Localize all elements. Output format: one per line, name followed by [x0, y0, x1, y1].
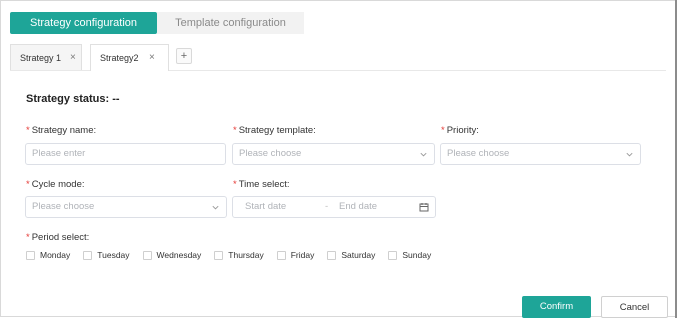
required-mark: * — [26, 179, 30, 190]
close-icon[interactable]: × — [70, 45, 76, 71]
strategy-tabbar: Strategy 1 × Strategy2 × + — [10, 44, 666, 71]
label-text: Cycle mode: — [31, 179, 85, 190]
chevron-down-icon — [420, 152, 427, 157]
label-text: Strategy name: — [31, 125, 97, 136]
checkbox[interactable] — [327, 250, 337, 260]
tab-label: Strategy 1 — [20, 53, 62, 63]
required-mark: * — [26, 125, 30, 136]
tab-strategy-2[interactable]: Strategy2 × — [90, 44, 169, 71]
period-select-label: * Period select: — [26, 232, 89, 243]
top-tabbar: Strategy configuration Template configur… — [10, 12, 304, 34]
checkbox-label: Thursday — [228, 250, 264, 260]
required-mark: * — [233, 179, 237, 190]
priority-select[interactable]: Please choose — [440, 143, 641, 165]
chevron-down-icon — [626, 152, 633, 157]
add-tab-button[interactable]: + — [176, 48, 192, 64]
chevron-down-icon — [212, 205, 219, 210]
select-placeholder: Please choose — [239, 148, 302, 159]
cancel-button[interactable]: Cancel — [601, 296, 668, 318]
label-text: Period select: — [31, 232, 90, 243]
required-mark: * — [26, 232, 30, 243]
strategy-name-label: * Strategy name: — [26, 125, 96, 136]
cycle-mode-label: * Cycle mode: — [26, 179, 85, 190]
checkbox-friday[interactable]: Friday — [276, 250, 315, 260]
label-text: Priority: — [446, 125, 479, 136]
checkbox-label: Tuesday — [97, 250, 130, 260]
tab-template-configuration[interactable]: Template configuration — [157, 12, 304, 34]
close-icon[interactable]: × — [149, 45, 155, 71]
end-date-input[interactable]: End date — [339, 197, 377, 217]
checkbox-sunday[interactable]: Sunday — [388, 250, 431, 260]
checkbox-monday[interactable]: Monday — [26, 250, 70, 260]
checkbox-wednesday[interactable]: Wednesday — [142, 250, 202, 260]
status-label: Strategy status: — [26, 93, 110, 105]
checkbox-label: Saturday — [341, 250, 376, 260]
checkbox-thursday[interactable]: Thursday — [214, 250, 264, 260]
calendar-icon[interactable] — [419, 202, 429, 212]
checkbox[interactable] — [276, 250, 286, 260]
checkbox-tuesday[interactable]: Tuesday — [83, 250, 130, 260]
checkbox[interactable] — [83, 250, 93, 260]
select-placeholder: Please choose — [32, 201, 95, 212]
required-mark: * — [233, 125, 237, 136]
checkbox[interactable] — [142, 250, 152, 260]
date-range-picker[interactable]: Start date - End date — [232, 196, 436, 218]
strategy-template-label: * Strategy template: — [233, 125, 316, 136]
checkbox-label: Sunday — [402, 250, 432, 260]
tab-label: Strategy2 — [100, 53, 139, 63]
select-placeholder: Please choose — [447, 148, 510, 159]
strategy-status: Strategy status: -- — [26, 93, 120, 105]
cycle-mode-select[interactable]: Please choose — [25, 196, 227, 218]
strategy-template-select[interactable]: Please choose — [232, 143, 435, 165]
time-select-label: * Time select: — [233, 179, 290, 190]
range-separator: - — [325, 201, 329, 212]
priority-label: * Priority: — [441, 125, 479, 136]
checkbox[interactable] — [388, 250, 398, 260]
status-value: -- — [112, 93, 120, 105]
start-date-input[interactable]: Start date — [245, 197, 286, 217]
checkbox-label: Monday — [40, 250, 71, 260]
checkbox-saturday[interactable]: Saturday — [327, 250, 375, 260]
tab-strategy-1[interactable]: Strategy 1 × — [10, 44, 82, 70]
checkbox[interactable] — [26, 250, 35, 260]
label-text: Strategy template: — [238, 125, 316, 136]
required-mark: * — [441, 125, 445, 136]
checkbox-label: Friday — [290, 250, 315, 260]
checkbox-label: Wednesday — [156, 250, 202, 260]
strategy-name-input[interactable]: Please enter — [25, 143, 226, 165]
period-checkboxes: Monday Tuesday Wednesday Thursday Friday… — [26, 249, 431, 261]
label-text: Time select: — [238, 179, 290, 190]
confirm-button[interactable]: Confirm — [522, 296, 591, 318]
checkbox[interactable] — [214, 250, 224, 260]
tab-strategy-configuration[interactable]: Strategy configuration — [10, 12, 157, 34]
